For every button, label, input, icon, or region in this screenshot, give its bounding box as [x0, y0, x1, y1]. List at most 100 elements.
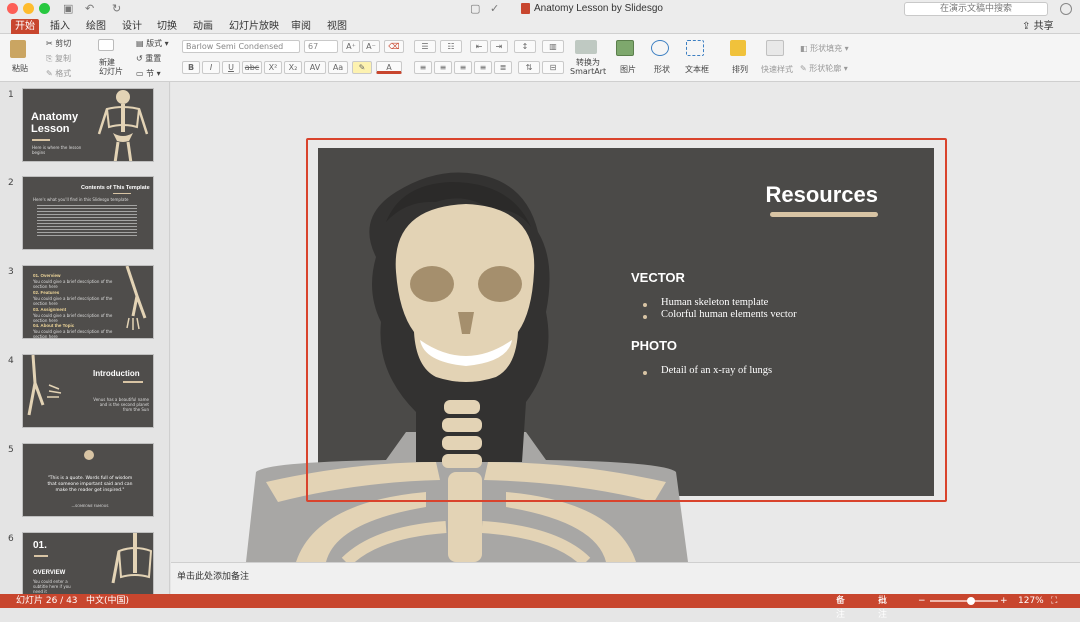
- shape-fill-button[interactable]: ◧ 形状填充 ▾: [800, 43, 849, 54]
- thumb-underline: [123, 381, 143, 383]
- font-size-select[interactable]: 67: [304, 40, 338, 53]
- minimize-window-button[interactable]: [23, 3, 34, 14]
- customize-toolbar-icon[interactable]: ✓: [490, 2, 499, 15]
- reset-label: 重置: [145, 54, 162, 63]
- superscript-button[interactable]: X²: [264, 61, 282, 74]
- zoom-slider-track[interactable]: [930, 600, 998, 602]
- skeleton-thumbnail-image: [97, 90, 149, 161]
- thumb-item: 02. Features: [33, 290, 60, 295]
- underline-button[interactable]: U: [222, 61, 240, 74]
- cut-button[interactable]: ✂ 剪切: [46, 38, 71, 49]
- zoom-out-button[interactable]: −: [918, 594, 926, 608]
- slide-thumbnail-1[interactable]: Anatomy Lesson Here is where the lesson …: [22, 88, 154, 162]
- textbox-icon[interactable]: [686, 40, 704, 56]
- tab-transitions[interactable]: 切换: [153, 19, 181, 34]
- quick-styles-icon[interactable]: [766, 40, 784, 56]
- slide-thumbnail-4[interactable]: Introduction Venus has a beautiful name …: [22, 354, 154, 428]
- align-left-button[interactable]: ≡: [414, 61, 432, 74]
- character-spacing-button[interactable]: AV: [304, 61, 326, 74]
- share-button[interactable]: ⇪ 共享: [1022, 19, 1054, 34]
- align-right-button[interactable]: ≡: [454, 61, 472, 74]
- slide-thumbnail-6[interactable]: 01. OVERVIEW You could enter a subtitle …: [22, 532, 154, 594]
- pen-icon: ✎: [800, 64, 807, 73]
- highlight-button[interactable]: ✎: [352, 61, 372, 74]
- window-title: Anatomy Lesson by Slidesgo: [534, 3, 663, 14]
- shape-fill-label: 形状填充: [810, 44, 843, 53]
- slide-thumbnail-2[interactable]: Contents of This Template Here's what yo…: [22, 176, 154, 250]
- bold-button[interactable]: B: [182, 61, 200, 74]
- arrange-label[interactable]: 排列: [732, 64, 748, 75]
- copy-label: 复制: [54, 54, 71, 63]
- reset-button[interactable]: ↺ 重置: [136, 53, 161, 64]
- tab-review[interactable]: 审阅: [287, 19, 315, 34]
- tab-insert[interactable]: 插入: [46, 19, 74, 34]
- change-case-button[interactable]: Aa: [328, 61, 348, 74]
- cut-label: 剪切: [55, 39, 72, 48]
- account-icon[interactable]: [1060, 3, 1072, 15]
- align-center-button[interactable]: ≡: [434, 61, 452, 74]
- quick-styles-label[interactable]: 快速样式: [761, 64, 793, 75]
- decrease-indent-button[interactable]: ⇤: [470, 40, 488, 53]
- fit-to-window-icon[interactable]: ⛶: [1051, 594, 1057, 608]
- decrease-font-button[interactable]: A⁻: [362, 40, 380, 53]
- zoom-window-button[interactable]: [39, 3, 50, 14]
- language-indicator[interactable]: 中文(中国): [86, 594, 129, 608]
- font-color-button[interactable]: A: [376, 61, 402, 74]
- increase-font-button[interactable]: A⁺: [342, 40, 360, 53]
- slide-thumbnail-panel[interactable]: 1 Anatomy Lesson Here is where the lesso…: [0, 82, 170, 594]
- close-window-button[interactable]: [7, 3, 18, 14]
- tab-design[interactable]: 设计: [118, 19, 146, 34]
- save-icon[interactable]: ▣: [63, 2, 73, 15]
- distribute-button[interactable]: ≣: [494, 61, 512, 74]
- italic-button[interactable]: I: [202, 61, 220, 74]
- justify-button[interactable]: ≡: [474, 61, 492, 74]
- notes-pane[interactable]: 单击此处添加备注: [171, 562, 1080, 594]
- smartart-icon[interactable]: [575, 40, 597, 54]
- arrange-icon[interactable]: [730, 40, 746, 56]
- section-button[interactable]: ▭ 节 ▾: [136, 68, 161, 79]
- new-slide-icon[interactable]: [98, 39, 114, 51]
- shape-icon[interactable]: [651, 40, 669, 56]
- line-spacing-button[interactable]: ↕: [514, 40, 536, 53]
- font-name-select[interactable]: Barlow Semi Condensed: [182, 40, 300, 53]
- subscript-button[interactable]: X₂: [284, 61, 302, 74]
- tab-animations[interactable]: 动画: [189, 19, 217, 34]
- undo-icon[interactable]: ↶: [85, 2, 94, 15]
- slide-thumbnail-3[interactable]: 01. Overview You could give a brief desc…: [22, 265, 154, 339]
- search-input[interactable]: 在演示文稿中搜索: [904, 2, 1048, 16]
- paste-label[interactable]: 粘贴: [12, 63, 28, 74]
- copy-button[interactable]: ⎘ 复制: [46, 53, 71, 64]
- numbering-button[interactable]: ☷: [440, 40, 462, 53]
- text-direction-button[interactable]: ⇅: [518, 61, 540, 74]
- layout-button[interactable]: ▤ 版式 ▾: [136, 38, 169, 49]
- slide-thumbnail-5[interactable]: "This is a quote. Words full of wisdom t…: [22, 443, 154, 517]
- clear-format-button[interactable]: ⌫: [384, 40, 404, 53]
- tab-slideshow[interactable]: 幻灯片放映: [225, 19, 283, 34]
- shape-outline-button[interactable]: ✎ 形状轮廓 ▾: [800, 63, 848, 74]
- format-painter-button[interactable]: ✎ 格式: [46, 68, 71, 79]
- shape-label[interactable]: 形状: [654, 64, 670, 75]
- tab-draw[interactable]: 绘图: [82, 19, 110, 34]
- paste-icon[interactable]: [10, 40, 26, 58]
- columns-button[interactable]: ▥: [542, 40, 564, 53]
- strikethrough-button[interactable]: abc: [242, 61, 262, 74]
- textbox-label[interactable]: 文本框: [685, 64, 709, 75]
- slide-editor-canvas[interactable]: Resources VECTOR Human skeleton template…: [171, 82, 1080, 562]
- picture-label[interactable]: 图片: [620, 64, 636, 75]
- picture-icon[interactable]: [616, 40, 634, 56]
- zoom-level[interactable]: 127%: [1018, 594, 1044, 608]
- notes-placeholder[interactable]: 单击此处添加备注: [177, 569, 249, 582]
- smartart-label[interactable]: 转换为 SmartArt: [570, 58, 606, 76]
- thumb-title: 01.: [33, 540, 47, 551]
- increase-indent-button[interactable]: ⇥: [490, 40, 508, 53]
- new-slide-label[interactable]: 新建 幻灯片: [99, 58, 123, 76]
- zoom-slider-thumb[interactable]: [966, 597, 975, 605]
- thumb-item-desc: You could give a brief description of th…: [33, 279, 113, 289]
- align-text-button[interactable]: ⊟: [542, 61, 564, 74]
- new-document-icon[interactable]: ▢: [470, 2, 480, 15]
- zoom-in-button[interactable]: +: [1000, 594, 1008, 608]
- tab-home[interactable]: 开始: [11, 19, 39, 34]
- bullets-button[interactable]: ☰: [414, 40, 436, 53]
- redo-icon[interactable]: ↻: [112, 2, 121, 15]
- tab-view[interactable]: 视图: [323, 19, 351, 34]
